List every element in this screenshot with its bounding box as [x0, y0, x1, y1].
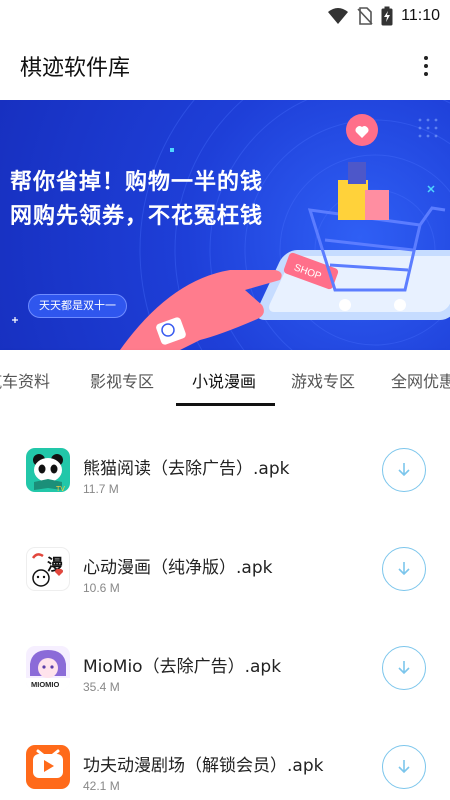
list-item[interactable]: 功夫动漫剧场（解锁会员）.apk 42.1 M	[0, 719, 450, 800]
no-sim-icon	[357, 7, 373, 25]
page-title: 棋迹软件库	[20, 56, 131, 81]
download-button[interactable]	[382, 745, 426, 789]
comic-heart-icon: 漫	[26, 547, 70, 591]
file-size: 11.7 M	[83, 482, 119, 496]
list-item[interactable]: 漫 心动漫画（纯净版）.apk 10.6 M	[0, 521, 450, 619]
status-icons: 11:10	[327, 4, 440, 28]
file-size: 35.4 M	[83, 680, 120, 694]
tab-movies[interactable]: 影视专区	[90, 368, 154, 392]
file-size: 10.6 M	[83, 581, 120, 595]
file-list: TV 熊猫阅读（去除广告）.apk 11.7 M 漫 心动漫画（纯净版）.apk…	[0, 408, 450, 800]
more-vertical-icon	[424, 56, 428, 60]
tab-car-info[interactable]: 汽车资料	[0, 368, 50, 392]
banner-tag: 天天都是双十一	[28, 294, 127, 318]
download-icon	[398, 760, 410, 774]
download-icon	[398, 463, 410, 477]
category-tabs: 汽车资料 影视专区 小说漫画 游戏专区 全网优惠	[0, 350, 450, 408]
more-options-button[interactable]	[412, 46, 440, 86]
list-item[interactable]: TV 熊猫阅读（去除广告）.apk 11.7 M	[0, 422, 450, 520]
wifi-icon	[328, 8, 349, 24]
tab-games[interactable]: 游戏专区	[291, 368, 355, 392]
tab-novels-comics[interactable]: 小说漫画	[192, 368, 256, 392]
download-icon	[398, 562, 410, 576]
active-tab-indicator	[176, 403, 275, 406]
app-bar: 棋迹软件库	[0, 32, 450, 100]
download-icon	[398, 661, 410, 675]
download-button[interactable]	[382, 547, 426, 591]
download-button[interactable]	[382, 646, 426, 690]
status-time: 11:10	[401, 7, 440, 24]
file-name: 熊猫阅读（去除广告）.apk	[83, 459, 290, 479]
miomio-icon: MIOMIO	[26, 646, 70, 690]
file-name: 心动漫画（纯净版）.apk	[83, 558, 273, 578]
kungfu-anime-icon	[26, 745, 70, 789]
file-size: 42.1 M	[83, 779, 120, 793]
download-button[interactable]	[382, 448, 426, 492]
banner-headline: 帮你省掉！购物一半的钱	[10, 170, 264, 195]
status-bar: 11:10	[0, 0, 450, 32]
banner-subheadline: 网购先领券，不花冤枉钱	[10, 204, 264, 229]
svg-text:MIOMIO: MIOMIO	[31, 680, 59, 689]
panda-reader-icon: TV	[26, 448, 70, 492]
list-item[interactable]: MIOMIO MioMio（去除广告）.apk 35.4 M	[0, 620, 450, 718]
tab-deals[interactable]: 全网优惠	[391, 368, 450, 392]
file-name: 功夫动漫剧场（解锁会员）.apk	[83, 756, 324, 776]
file-name: MioMio（去除广告）.apk	[83, 657, 282, 677]
promo-banner[interactable]: SHOP 帮你省掉！购物一半的钱 网购先领券，不花冤枉钱 天天都是双十一	[0, 100, 450, 350]
svg-text:TV: TV	[56, 486, 65, 492]
battery-charging-icon	[381, 6, 393, 26]
